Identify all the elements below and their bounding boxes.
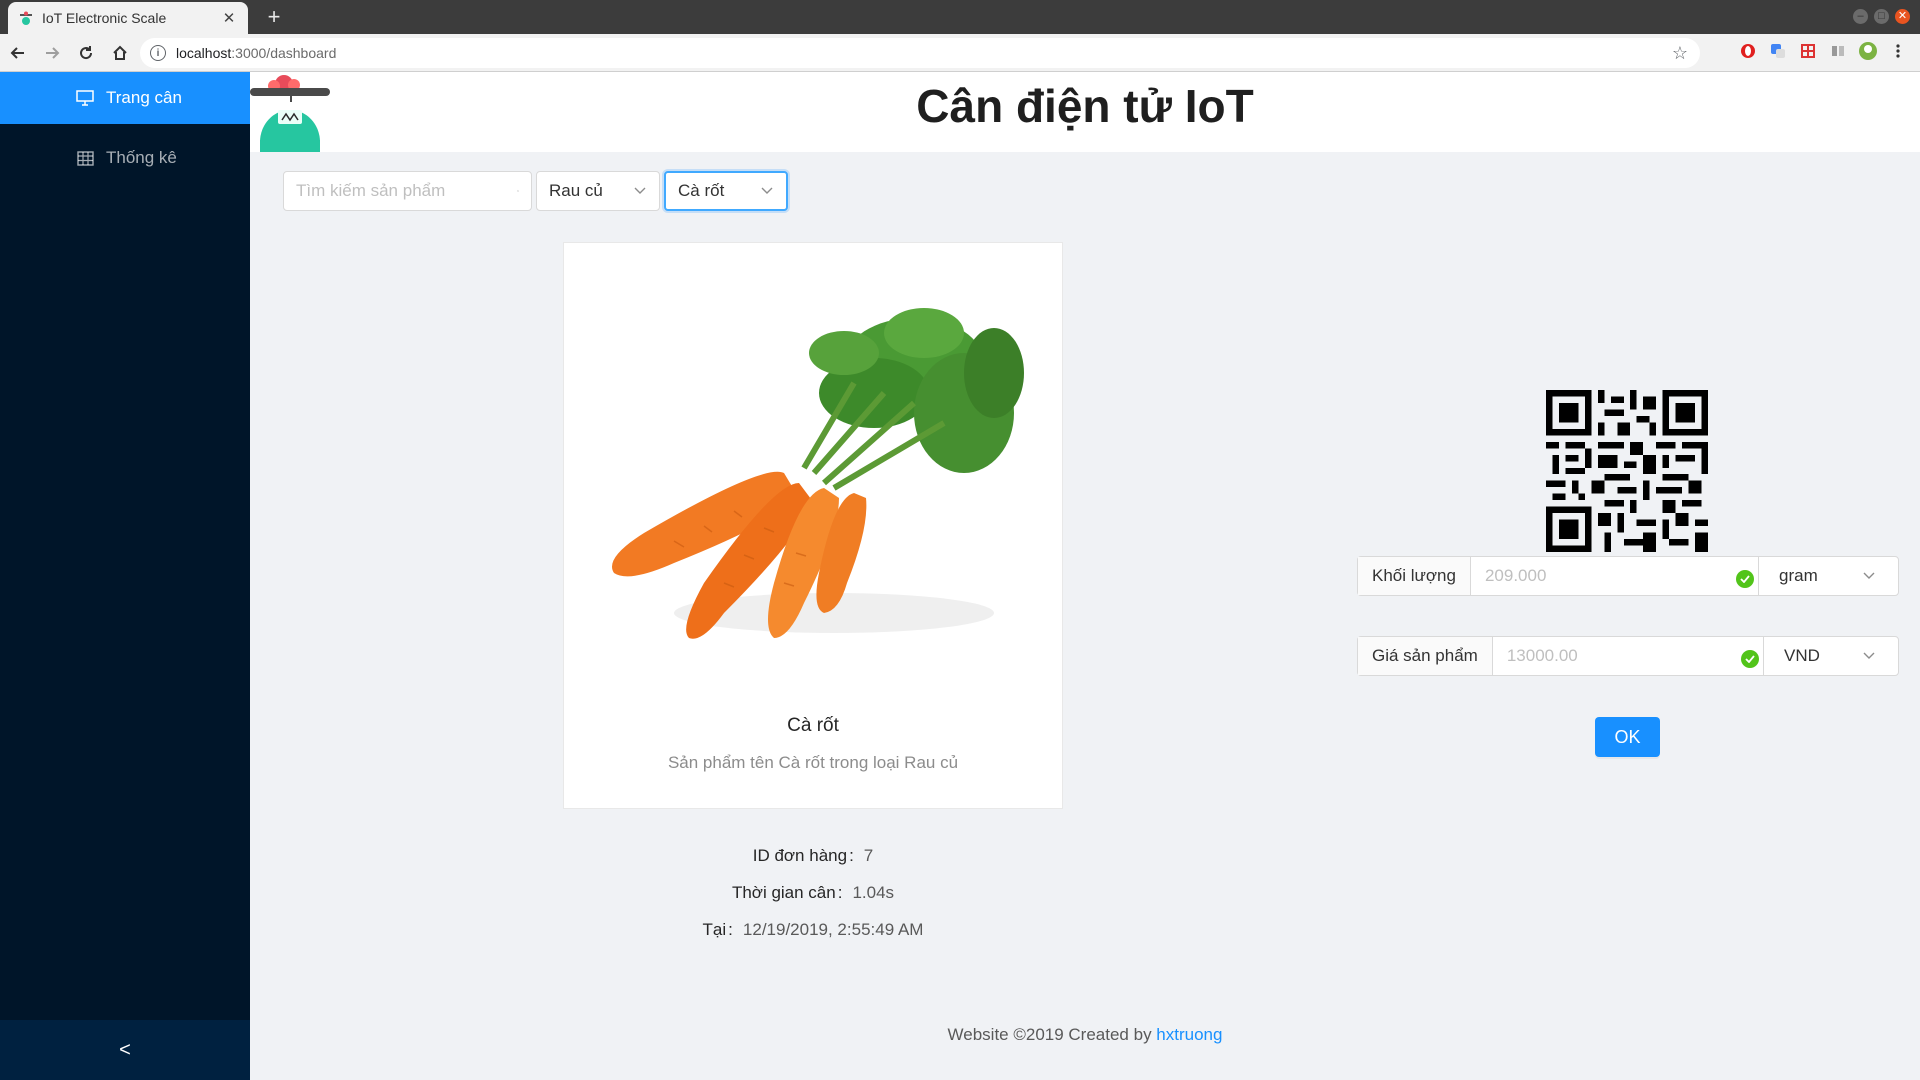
browser-menu-icon[interactable]: [1888, 41, 1908, 61]
reload-icon: [80, 45, 93, 59]
tab-title: IoT Electronic Scale: [42, 10, 167, 26]
sidebar: Trang cân Thống kê <: [0, 72, 250, 1080]
product-select-value: Cà rốt: [678, 181, 725, 200]
order-info: ID đơn hàng:7 Thời gian cân:1.04s Tại:12…: [563, 837, 1063, 948]
weight-label: Khối lượng: [1358, 557, 1471, 595]
check-circle-icon: [1736, 570, 1754, 588]
profile-avatar-icon[interactable]: [1858, 41, 1878, 61]
url-host: localhost: [176, 45, 232, 61]
weight-unit-value: gram: [1779, 566, 1818, 585]
product-search: [283, 171, 532, 211]
browser-tab-strip: IoT Electronic Scale ✕ + – □ ✕: [0, 0, 1920, 34]
search-input[interactable]: [296, 181, 517, 201]
weight-value: 209.000: [1484, 566, 1547, 585]
sidebar-item-thong-ke[interactable]: Thống kê: [0, 132, 250, 184]
window-controls: – □ ✕: [1853, 9, 1910, 24]
qr-code: [1546, 390, 1708, 552]
puzzle-extension-icon[interactable]: [1798, 41, 1818, 61]
chevron-left-icon: <: [119, 1038, 131, 1061]
weigh-time-label: Thời gian cân: [731, 882, 836, 902]
tab-close-icon[interactable]: ✕: [220, 9, 238, 27]
product-image: [612, 308, 1024, 639]
timestamp-row: Tại:12/19/2019, 2:55:49 AM: [563, 911, 1063, 948]
reload-button[interactable]: [70, 38, 102, 68]
sidebar-item-label: Thống kê: [106, 148, 177, 167]
search-icon[interactable]: [517, 183, 519, 199]
forward-arrow-icon: [46, 46, 60, 59]
colon: :: [849, 845, 854, 865]
extension-icons: [1738, 41, 1908, 61]
page-title: Cân điện tử IoT: [916, 80, 1254, 132]
category-select-value: Rau củ: [549, 181, 603, 200]
ok-button[interactable]: OK: [1595, 717, 1660, 757]
weigh-time-value: 1.04s: [852, 882, 895, 902]
chevron-down-icon: [1862, 569, 1876, 583]
url-path: :3000/dashboard: [231, 45, 337, 61]
browser-toolbar: i localhost:3000/dashboard ☆: [0, 34, 1920, 72]
order-id-label: ID đơn hàng: [752, 845, 848, 865]
opera-extension-icon[interactable]: [1738, 41, 1758, 61]
price-field: Giá sản phẩm 13000.00 VND: [1357, 636, 1899, 676]
weight-input[interactable]: 209.000: [1471, 557, 1758, 595]
colon: :: [728, 919, 733, 939]
product-filters: Rau củ Cà rốt: [283, 171, 788, 211]
back-arrow-icon: [10, 46, 24, 59]
currency-value: VND: [1784, 646, 1820, 665]
chevron-down-icon: [633, 184, 647, 198]
sidebar-collapse-trigger[interactable]: <: [0, 1020, 250, 1080]
chevron-down-icon: [760, 184, 774, 198]
price-input[interactable]: 13000.00: [1493, 637, 1763, 675]
price-value: 13000.00: [1506, 646, 1578, 665]
footer: Website ©2019 Created by hxtruong: [250, 1025, 1920, 1045]
scale-favicon-icon: [18, 10, 34, 26]
timestamp-value: 12/19/2019, 2:55:49 AM: [742, 919, 924, 939]
maximize-icon[interactable]: □: [1874, 9, 1889, 24]
weight-field: Khối lượng 209.000 gram: [1357, 556, 1899, 596]
table-icon: [76, 149, 94, 167]
sidebar-item-trang-can[interactable]: Trang cân: [0, 72, 250, 124]
desktop-icon: [76, 89, 94, 107]
currency-select[interactable]: VND: [1763, 637, 1898, 675]
product-description: Sản phẩm tên Cà rốt trong loại Rau củ: [667, 753, 959, 772]
forward-button[interactable]: [36, 38, 68, 68]
product-card: Cà rốt Sản phẩm tên Cà rốt trong loại Ra…: [563, 242, 1063, 809]
order-id-row: ID đơn hàng:7: [563, 837, 1063, 874]
window-close-icon[interactable]: ✕: [1895, 9, 1910, 24]
timestamp-label: Tại: [702, 919, 727, 939]
bookmark-star-icon[interactable]: ☆: [1672, 43, 1688, 64]
home-icon: [113, 45, 127, 60]
order-id-value: 7: [863, 845, 874, 865]
new-tab-button[interactable]: +: [262, 3, 286, 31]
translate-extension-icon[interactable]: [1768, 41, 1788, 61]
reader-extension-icon[interactable]: [1828, 41, 1848, 61]
price-label: Giá sản phẩm: [1358, 637, 1493, 675]
product-select[interactable]: Cà rốt: [664, 171, 788, 211]
chevron-down-icon: [1862, 649, 1876, 663]
author-link[interactable]: hxtruong: [1156, 1025, 1222, 1044]
site-info-icon[interactable]: i: [150, 45, 166, 61]
weigh-time-row: Thời gian cân:1.04s: [563, 874, 1063, 911]
weight-unit-select[interactable]: gram: [1758, 557, 1898, 595]
sidebar-item-label: Trang cân: [106, 88, 182, 107]
colon: :: [837, 882, 843, 902]
footer-text: Website ©2019 Created by: [947, 1025, 1157, 1044]
product-name: Cà rốt: [787, 715, 839, 736]
page-header: Cân điện tử IoT: [250, 72, 1920, 152]
category-select[interactable]: Rau củ: [536, 171, 660, 211]
address-bar[interactable]: i localhost:3000/dashboard ☆: [140, 38, 1700, 68]
check-circle-icon: [1741, 650, 1759, 668]
browser-tab[interactable]: IoT Electronic Scale ✕: [8, 2, 248, 34]
minimize-icon[interactable]: –: [1853, 9, 1868, 24]
back-button[interactable]: [2, 38, 34, 68]
url-text: localhost:3000/dashboard: [176, 45, 336, 61]
home-button[interactable]: [104, 38, 136, 68]
